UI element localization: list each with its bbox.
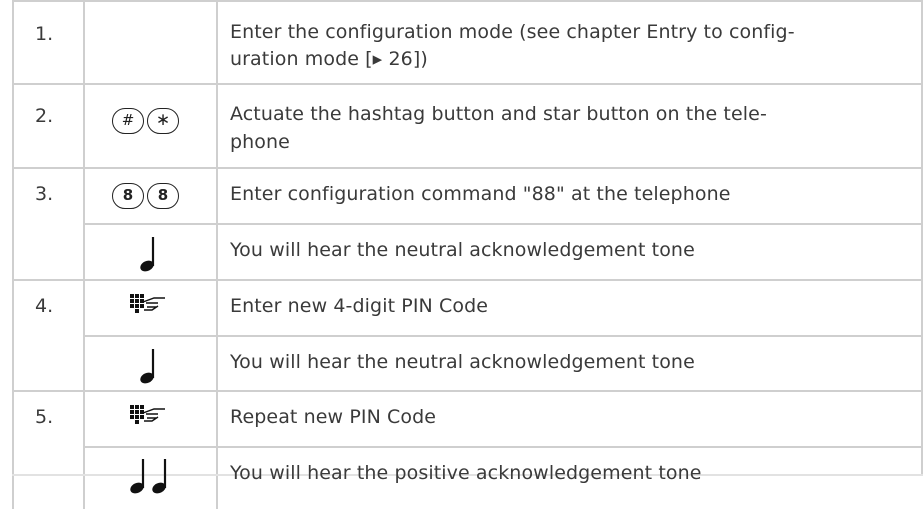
- step-text-line: You will hear the positive acknowledgeme…: [230, 462, 702, 484]
- table-rule: [83, 446, 923, 448]
- instruction-table: 1. Enter the configuration mode (see cha…: [0, 0, 923, 509]
- table-rule: [12, 0, 923, 2]
- table-border-left: [12, 0, 14, 509]
- table-rule: [83, 223, 923, 225]
- keypad-hand-icon: [130, 294, 165, 313]
- step-number: 5.: [35, 406, 54, 428]
- step-number: 1.: [35, 23, 54, 45]
- step-number: 3.: [35, 183, 54, 205]
- step-text-line: phone: [230, 131, 290, 153]
- star-key-icon: ∗: [147, 108, 179, 134]
- step-text-line: You will hear the neutral acknowledgemen…: [230, 239, 695, 261]
- eight-eight-keys-icon: 8 8: [112, 183, 188, 211]
- step-number: 2.: [35, 105, 54, 127]
- eight-key-icon: 8: [147, 183, 179, 209]
- hash-star-keys-icon: # ∗: [112, 108, 188, 136]
- step-text-line: Actuate the hashtag button and star butt…: [230, 103, 767, 125]
- single-note-icon: [140, 237, 155, 272]
- step-number: 4.: [35, 295, 54, 317]
- step-text-line: uration mode [▸ 26]): [230, 48, 428, 70]
- eight-key-icon: 8: [112, 183, 144, 209]
- table-rule: [12, 390, 923, 392]
- keypad-hand-icon: [130, 405, 165, 424]
- table-rule: [12, 167, 923, 169]
- table-rule: [83, 335, 923, 337]
- hash-key-icon: #: [112, 108, 144, 134]
- step-text-line: You will hear the neutral acknowledgemen…: [230, 351, 695, 373]
- step-text-line: Enter new 4-digit PIN Code: [230, 295, 489, 317]
- table-rule: [12, 279, 923, 281]
- double-note-icon: [130, 459, 167, 494]
- table-rule: [12, 83, 923, 85]
- single-note-icon: [140, 349, 155, 384]
- step-text-line: Enter the configuration mode (see chapte…: [230, 21, 795, 43]
- step-text-line: Enter configuration command "88" at the …: [230, 183, 731, 205]
- table-border-col1: [83, 0, 85, 509]
- step-text-line: Repeat new PIN Code: [230, 406, 437, 428]
- table-border-col2: [216, 0, 218, 509]
